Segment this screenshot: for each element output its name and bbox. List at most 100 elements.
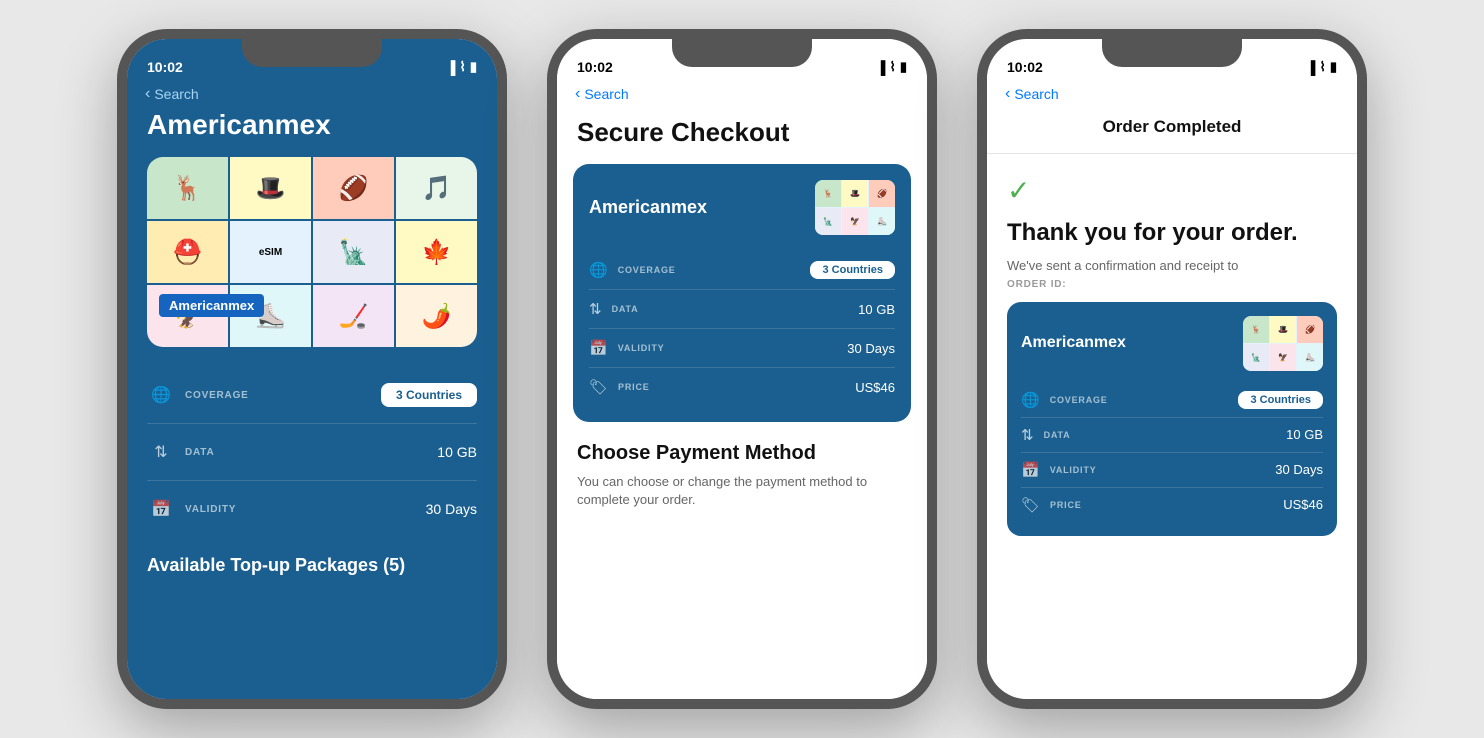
payment-subtitle: You can choose or change the payment met… (577, 473, 907, 509)
calendar-icon-2: 📅 (589, 339, 608, 357)
order-mini-cell-6: ⛸️ (1297, 344, 1323, 371)
phone-2: 10:02 ▐ ⌇ ▮ ‹ Search Secure Checkout Ame… (547, 29, 937, 709)
globe-icon-3: 🌐 (1021, 391, 1040, 409)
order-data-value: 10 GB (1286, 427, 1323, 442)
card-cell-pepper: 🌶️ (396, 285, 477, 347)
nav-bar-3: ‹ Search (987, 83, 1357, 109)
back-icon-1[interactable]: ‹ (145, 85, 150, 103)
mini-cell-4: 🗽 (815, 208, 841, 235)
battery-icon-3: ▮ (1330, 59, 1337, 75)
checkout-data-row: ⇅ DATA 10 GB (589, 290, 895, 329)
order-data-label: DATA (1044, 430, 1287, 440)
status-time-3: 10:02 (1007, 59, 1043, 75)
checkout-price-row: 🏷 PRICE US$46 (589, 368, 895, 406)
order-subtitle: We've sent a confirmation and receipt to (1007, 258, 1337, 273)
status-bar-1: 10:02 ▐ ⌇ ▮ (127, 39, 497, 83)
card-cell-esim: eSIM (230, 221, 311, 283)
back-icon-2[interactable]: ‹ (575, 85, 580, 103)
status-icons-2: ▐ ⌇ ▮ (876, 59, 907, 75)
order-price-row: 🏷 PRICE US$46 (1021, 488, 1323, 522)
validity-label-1: VALIDITY (185, 504, 426, 515)
checkout-validity-row: 📅 VALIDITY 30 Days (589, 329, 895, 368)
order-validity-row: 📅 VALIDITY 30 Days (1021, 453, 1323, 488)
phone-1: 10:02 ▐ ⌇ ▮ ‹ Search Americanmex 🦌 🎩 🏈 🎵… (117, 29, 507, 709)
order-coverage-row: 🌐 COVERAGE 3 Countries (1021, 383, 1323, 418)
globe-icon-1: 🌐 (147, 381, 175, 409)
order-card: Americanmex 🦌 🎩 🏈 🗽 🦅 ⛸️ 🌐 COVERAGE 3 Co… (1007, 302, 1337, 536)
mini-cell-1: 🦌 (815, 180, 841, 207)
card-cell-maracas: 🎵 (396, 157, 477, 219)
checkout-card: Americanmex 🦌 🎩 🏈 🗽 🦅 ⛸️ 🌐 COVERAGE 3 Co… (573, 164, 911, 422)
status-time-2: 10:02 (577, 59, 613, 75)
battery-icon-2: ▮ (900, 59, 907, 75)
coverage-label-1: COVERAGE (185, 390, 381, 401)
battery-icon: ▮ (470, 59, 477, 75)
order-data-row: ⇅ DATA 10 GB (1021, 418, 1323, 453)
mini-cell-3: 🏈 (869, 180, 895, 207)
validity-value-1: 30 Days (426, 501, 477, 517)
countries-badge-1[interactable]: 3 Countries (381, 383, 477, 407)
order-mini-cell-2: 🎩 (1270, 316, 1296, 343)
order-card-title: Americanmex (1021, 334, 1126, 352)
checkout-data-label: DATA (612, 304, 859, 314)
coverage-row-1: 🌐 COVERAGE 3 Countries (147, 367, 477, 424)
checkout-card-header: Americanmex 🦌 🎩 🏈 🗽 🦅 ⛸️ (589, 180, 895, 235)
status-icons-1: ▐ ⌇ ▮ (446, 59, 477, 75)
mini-card: 🦌 🎩 🏈 🗽 🦅 ⛸️ (815, 180, 895, 235)
available-title-1: Available Top-up Packages (5) (147, 555, 477, 576)
order-price-label: PRICE (1050, 500, 1283, 510)
checkout-coverage-row: 🌐 COVERAGE 3 Countries (589, 251, 895, 290)
calendar-icon-1: 📅 (147, 495, 175, 523)
checkout-title: Secure Checkout (557, 109, 927, 164)
wifi-icon-2: ⌇ (889, 59, 895, 75)
card-cell-sombrero: 🎩 (230, 157, 311, 219)
bottom-section-1: Available Top-up Packages (5) (127, 537, 497, 576)
search-link-1[interactable]: Search (154, 86, 198, 102)
card-cell-liberty: 🗽 (313, 221, 394, 283)
wifi-icon-3: ⌇ (1319, 59, 1325, 75)
card-cell-moose: 🦌 (147, 157, 228, 219)
payment-title: Choose Payment Method (577, 442, 907, 465)
back-icon-3[interactable]: ‹ (1005, 85, 1010, 103)
data-icon-2: ⇅ (589, 300, 602, 318)
checkout-card-title: Americanmex (589, 197, 707, 218)
order-price-value: US$46 (1283, 497, 1323, 512)
checkout-data-value: 10 GB (858, 302, 895, 317)
order-mini-cell-4: 🗽 (1243, 344, 1269, 371)
card-cell-hockey: 🏒 (313, 285, 394, 347)
order-thanks: Thank you for your order. (1007, 219, 1337, 248)
checkout-price-label: PRICE (618, 382, 855, 392)
order-validity-value: 30 Days (1275, 462, 1323, 477)
data-value-1: 10 GB (437, 444, 477, 460)
checkout-countries-badge[interactable]: 3 Countries (810, 261, 895, 279)
signal-icon-2: ▐ (876, 60, 885, 75)
status-bar-3: 10:02 ▐ ⌇ ▮ (987, 39, 1357, 83)
status-icons-3: ▐ ⌇ ▮ (1306, 59, 1337, 75)
mini-cell-6: ⛸️ (869, 208, 895, 235)
page-title-1: Americanmex (127, 109, 497, 141)
signal-icon-3: ▐ (1306, 60, 1315, 75)
mini-cell-5: 🦅 (842, 208, 868, 235)
order-card-header: Americanmex 🦌 🎩 🏈 🗽 🦅 ⛸️ (1021, 316, 1323, 371)
signal-icon: ▐ (446, 60, 455, 75)
card-grid: 🦌 🎩 🏈 🎵 ⛑️ eSIM 🗽 🍁 🦅 ⛸️ 🏒 🌶️ (147, 157, 477, 347)
checkout-coverage-label: COVERAGE (618, 265, 811, 275)
esim-card-1: 🦌 🎩 🏈 🎵 ⛑️ eSIM 🗽 🍁 🦅 ⛸️ 🏒 🌶️ Americanme… (147, 157, 477, 347)
globe-icon-2: 🌐 (589, 261, 608, 279)
mini-cell-2: 🎩 (842, 180, 868, 207)
search-link-3[interactable]: Search (1014, 86, 1058, 102)
checkout-validity-label: VALIDITY (618, 343, 848, 353)
nav-bar-1: ‹ Search (127, 83, 497, 109)
data-label-1: DATA (185, 447, 437, 458)
phone-3: 10:02 ▐ ⌇ ▮ ‹ Search Order Completed ✓ T… (977, 29, 1367, 709)
order-completed-header: Order Completed (987, 109, 1357, 154)
order-coverage-label: COVERAGE (1050, 395, 1239, 405)
price-icon-3: 🏷 (1021, 496, 1040, 514)
order-mini-cell-3: 🏈 (1297, 316, 1323, 343)
status-bar-2: 10:02 ▐ ⌇ ▮ (557, 39, 927, 83)
checkout-price-value: US$46 (855, 380, 895, 395)
card-cell-football: 🏈 (313, 157, 394, 219)
order-countries-badge[interactable]: 3 Countries (1238, 391, 1323, 409)
search-link-2[interactable]: Search (584, 86, 628, 102)
order-mini-card: 🦌 🎩 🏈 🗽 🦅 ⛸️ (1243, 316, 1323, 371)
